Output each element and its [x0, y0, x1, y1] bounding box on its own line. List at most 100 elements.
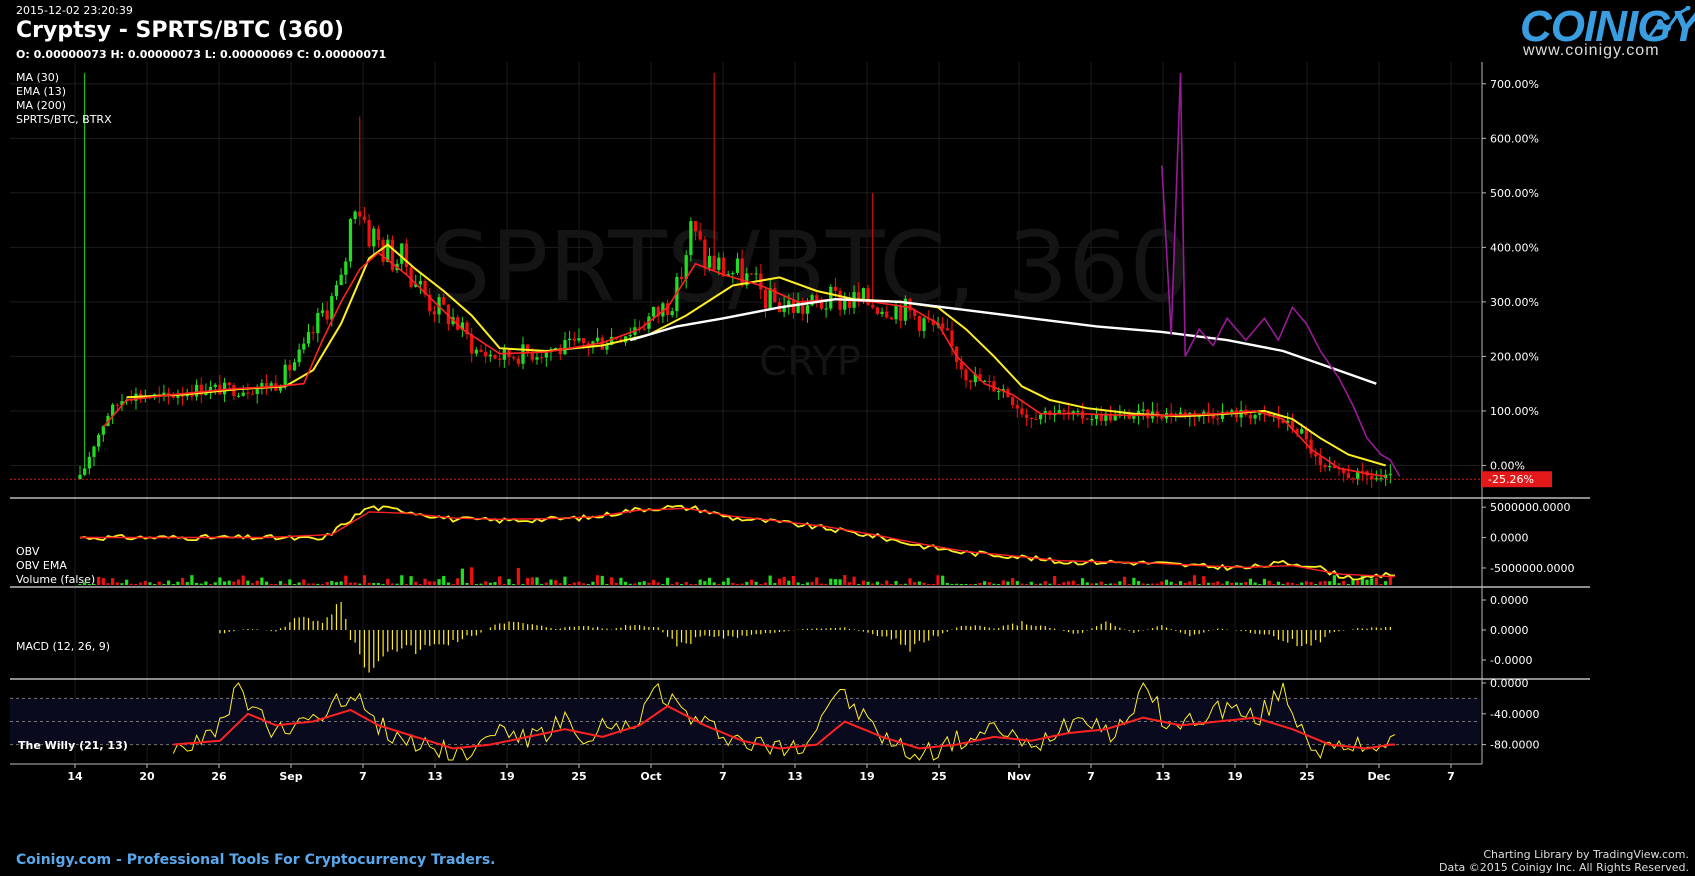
- candle-body: [843, 299, 847, 310]
- volume-bar: [623, 581, 628, 585]
- volume-bar: [549, 579, 553, 585]
- candle-body: [330, 296, 334, 320]
- footer-credit-tradingview[interactable]: Charting Library by TradingView.com.: [1439, 848, 1689, 861]
- chart-watermark: SPRTS/BTC, 360: [430, 211, 1191, 323]
- candle-body: [581, 338, 586, 344]
- candle-body: [316, 312, 320, 334]
- volume-bar: [955, 583, 959, 585]
- ohlc-readout: O: 0.00000073 H: 0.00000073 L: 0.0000006…: [16, 48, 387, 61]
- volume-bar: [1066, 581, 1071, 585]
- volume-bar: [880, 583, 884, 585]
- coinigy-logo[interactable]: COINIGY www.coinigy.com: [1520, 2, 1695, 62]
- volume-bar: [1248, 578, 1253, 585]
- footer-tagline[interactable]: Coinigy.com - Professional Tools For Cry…: [16, 852, 495, 868]
- volume-bar: [791, 575, 796, 585]
- candle-body: [703, 239, 707, 268]
- volume-bar: [1253, 582, 1257, 585]
- last-price-tag-label: -25.26%: [1488, 473, 1534, 486]
- volume-bar: [899, 584, 903, 585]
- legend-volume[interactable]: Volume (false): [16, 573, 95, 587]
- legend-ma30[interactable]: MA (30): [16, 71, 112, 85]
- candle-body: [567, 338, 572, 340]
- y-tick-label: 300.00%: [1490, 296, 1539, 309]
- candle-body: [731, 272, 735, 275]
- volume-bar: [577, 581, 581, 585]
- volume-bar: [250, 583, 255, 585]
- volume-bar: [325, 582, 329, 585]
- volume-bar: [628, 583, 632, 585]
- chart-canvas[interactable]: SPRTS/BTC, 360 CRYP 700.00% 600.00% 500.00…: [0, 0, 1695, 876]
- volume-bar: [507, 579, 511, 585]
- candle-body: [516, 358, 520, 364]
- volume-bar: [838, 579, 842, 585]
- candle-body: [530, 352, 534, 360]
- volume-bar: [125, 579, 129, 585]
- volume-bar: [754, 581, 758, 585]
- legend-ma200[interactable]: MA (200): [16, 99, 112, 113]
- candle-body: [283, 364, 287, 386]
- volume-bar: [1071, 580, 1075, 585]
- legend-obv-ema[interactable]: OBV EMA: [16, 559, 95, 573]
- candle-body: [484, 351, 488, 357]
- volume-bar: [922, 582, 926, 585]
- volume-bar: [582, 583, 586, 585]
- macd-legend: MACD (12, 26, 9): [16, 640, 110, 653]
- volume-bar: [194, 582, 199, 585]
- candle-body: [320, 310, 325, 313]
- volume-bar: [1239, 582, 1243, 585]
- legend-willy[interactable]: The Willy (21, 13): [18, 739, 128, 752]
- y-tick-label: 600.00%: [1490, 132, 1539, 145]
- legend-macd[interactable]: MACD (12, 26, 9): [16, 640, 110, 653]
- volume-bar: [1136, 581, 1141, 585]
- volume-bar: [810, 582, 814, 585]
- candle-body: [735, 258, 740, 273]
- volume-bar: [348, 582, 353, 585]
- candle-body: [498, 358, 502, 360]
- volume-bar: [185, 582, 189, 585]
- obv-y-tick-label: 5000000.0000: [1490, 501, 1570, 514]
- volume-bar: [157, 581, 161, 585]
- volume-bar: [264, 581, 269, 585]
- volume-bar: [1080, 578, 1085, 585]
- volume-bar: [1276, 581, 1281, 585]
- volume-bar: [1090, 583, 1094, 585]
- legend-ema13[interactable]: EMA (13): [16, 85, 112, 99]
- candle-body: [339, 274, 343, 286]
- volume-bar: [1328, 581, 1332, 585]
- volume-bar: [913, 582, 917, 585]
- x-tick-label: 20: [139, 770, 155, 783]
- volume-bar: [1108, 583, 1113, 585]
- volume-bar: [367, 582, 371, 585]
- candle-body: [288, 364, 292, 371]
- volume-bar: [833, 579, 838, 585]
- candle-body: [945, 328, 949, 331]
- volume-bar: [227, 580, 231, 585]
- legend-obv[interactable]: OBV: [16, 545, 95, 559]
- volume-bar: [857, 584, 861, 585]
- candle-body: [1076, 411, 1080, 413]
- volume-bar: [190, 575, 194, 585]
- volume-bar: [1057, 584, 1061, 585]
- candle-body: [941, 323, 945, 329]
- candle-body: [1024, 414, 1029, 418]
- timestamp: 2015-12-02 23:20:39: [16, 4, 133, 17]
- volume-bar: [707, 577, 712, 585]
- volume-bar: [162, 584, 166, 585]
- volume-bar: [241, 575, 245, 585]
- candle-body: [997, 391, 1001, 393]
- volume-bar: [894, 581, 898, 585]
- candle-body: [712, 255, 716, 270]
- volume-bar: [404, 584, 409, 585]
- volume-bar: [941, 575, 945, 585]
- volume-bar: [474, 584, 478, 585]
- volume-bar: [1267, 580, 1271, 585]
- volume-bar: [1076, 584, 1080, 585]
- volume-bar: [992, 583, 996, 585]
- legend-btrx[interactable]: SPRTS/BTC, BTRX: [16, 113, 112, 127]
- candle-body: [875, 307, 880, 315]
- candle-body: [1090, 419, 1094, 421]
- candle-body: [418, 280, 423, 285]
- volume-bar: [1346, 584, 1350, 585]
- candle-body: [302, 343, 306, 350]
- volume-bar: [97, 576, 101, 585]
